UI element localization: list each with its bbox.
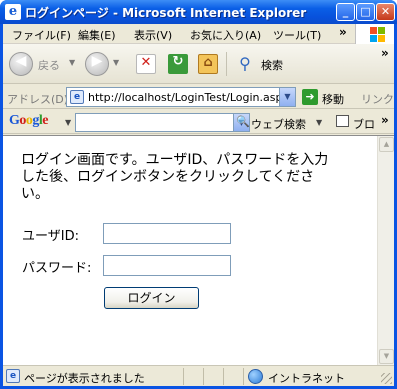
password-input[interactable]	[103, 255, 231, 276]
web-search-button[interactable]: ウェブ検索	[251, 116, 306, 132]
go-button[interactable]: 移動	[322, 91, 344, 107]
address-label: アドレス(D)	[7, 93, 69, 106]
google-overflow-chevron[interactable]: »	[381, 113, 389, 127]
address-url[interactable]: http://localhost/LoginTest/Login.aspx	[88, 91, 289, 104]
web-search-icon[interactable]: 🔍	[236, 115, 250, 128]
intranet-zone-icon	[248, 369, 263, 384]
vertical-scrollbar[interactable]: ▲ ▼	[377, 136, 394, 365]
forward-dropdown-icon[interactable]: ▼	[113, 58, 119, 67]
login-button[interactable]: ログイン	[104, 287, 199, 309]
back-label[interactable]: 戻る	[38, 57, 60, 73]
browser-client: ファイル(F) 編集(E) 表示(V) お気に入り(A) ツール(T) » ◀ …	[3, 24, 394, 386]
menu-edit[interactable]: 編集(E)	[78, 27, 116, 43]
search-label[interactable]: 検索	[261, 57, 283, 73]
scroll-down-icon[interactable]: ▼	[379, 349, 394, 364]
status-pane-divider	[223, 368, 224, 385]
menu-file[interactable]: ファイル(F)	[12, 27, 71, 43]
google-logo[interactable]: Google	[9, 113, 48, 129]
title-bar[interactable]: e ログインページ - Microsoft Internet Explorer …	[0, 0, 397, 24]
google-menu-dropdown-icon[interactable]: ▼	[65, 118, 71, 127]
home-icon[interactable]: ⌂	[198, 54, 218, 74]
address-bar: アドレス(D) e http://localhost/LoginTest/Log…	[3, 85, 394, 109]
toolbar-overflow-chevron[interactable]: »	[381, 46, 389, 60]
browser-window: e ログインページ - Microsoft Internet Explorer …	[0, 0, 397, 389]
blog-button[interactable]: ブロ	[353, 116, 375, 132]
menu-view[interactable]: 表示(V)	[134, 27, 172, 43]
go-arrow-icon[interactable]: ➜	[302, 89, 318, 105]
menu-tools[interactable]: ツール(T)	[273, 27, 321, 43]
ie-page-icon: e	[5, 4, 21, 20]
menu-bar: ファイル(F) 編集(E) 表示(V) お気に入り(A) ツール(T) »	[3, 24, 394, 44]
menu-overflow-chevron[interactable]: »	[339, 25, 347, 39]
status-pane-divider	[203, 368, 204, 385]
page-icon: e	[70, 90, 84, 104]
resize-grip[interactable]	[381, 373, 392, 384]
scroll-up-icon[interactable]: ▲	[379, 137, 394, 152]
status-pane-divider	[183, 368, 184, 385]
userid-label: ユーザID:	[22, 229, 79, 244]
status-bar: e ページが表示されました イントラネット	[3, 365, 394, 386]
links-label[interactable]: リンク	[361, 91, 394, 107]
page-content: ログイン画面です。ユーザID、パスワードを入力した後、ログインボタンをクリックし…	[3, 135, 394, 365]
password-label: パスワード:	[22, 261, 92, 276]
window-title: ログインページ - Microsoft Internet Explorer	[25, 6, 307, 20]
close-button[interactable]: ✕	[376, 3, 395, 21]
blog-icon[interactable]	[336, 115, 349, 127]
address-input[interactable]: e http://localhost/LoginTest/Login.aspx …	[66, 87, 296, 107]
refresh-icon[interactable]: ↻	[168, 54, 188, 74]
security-zone-label: イントラネット	[268, 372, 345, 385]
standard-toolbar: ◀ 戻る ▼ ▶ ▼ ✕ ↻ ⌂ ⚲ 検索 »	[3, 44, 394, 84]
back-dropdown-icon[interactable]: ▼	[69, 58, 75, 67]
login-instructions: ログイン画面です。ユーザID、パスワードを入力した後、ログインボタンをクリックし…	[21, 152, 329, 202]
status-page-icon: e	[6, 369, 20, 383]
userid-input[interactable]	[103, 223, 231, 244]
menu-favorites[interactable]: お気に入り(A)	[190, 27, 261, 43]
back-arrow-icon[interactable]: ◀	[9, 52, 33, 76]
stop-icon[interactable]: ✕	[136, 54, 156, 74]
maximize-button[interactable]: □	[356, 3, 375, 21]
google-toolbar: Google ▼ ▼ 🔍 ウェブ検索 ▼ ブロ »	[3, 110, 394, 134]
google-search-input[interactable]: ▼	[75, 113, 250, 132]
forward-arrow-icon[interactable]: ▶	[85, 52, 109, 76]
status-pane-divider	[243, 368, 244, 385]
minimize-button[interactable]: _	[336, 3, 355, 21]
address-dropdown-icon[interactable]: ▼	[279, 88, 295, 106]
windows-flag-icon	[355, 24, 394, 44]
toolbar-separator	[226, 52, 227, 76]
search-icon[interactable]: ⚲	[235, 54, 255, 74]
web-search-dropdown-icon[interactable]: ▼	[316, 118, 322, 127]
status-text: ページが表示されました	[24, 372, 145, 385]
